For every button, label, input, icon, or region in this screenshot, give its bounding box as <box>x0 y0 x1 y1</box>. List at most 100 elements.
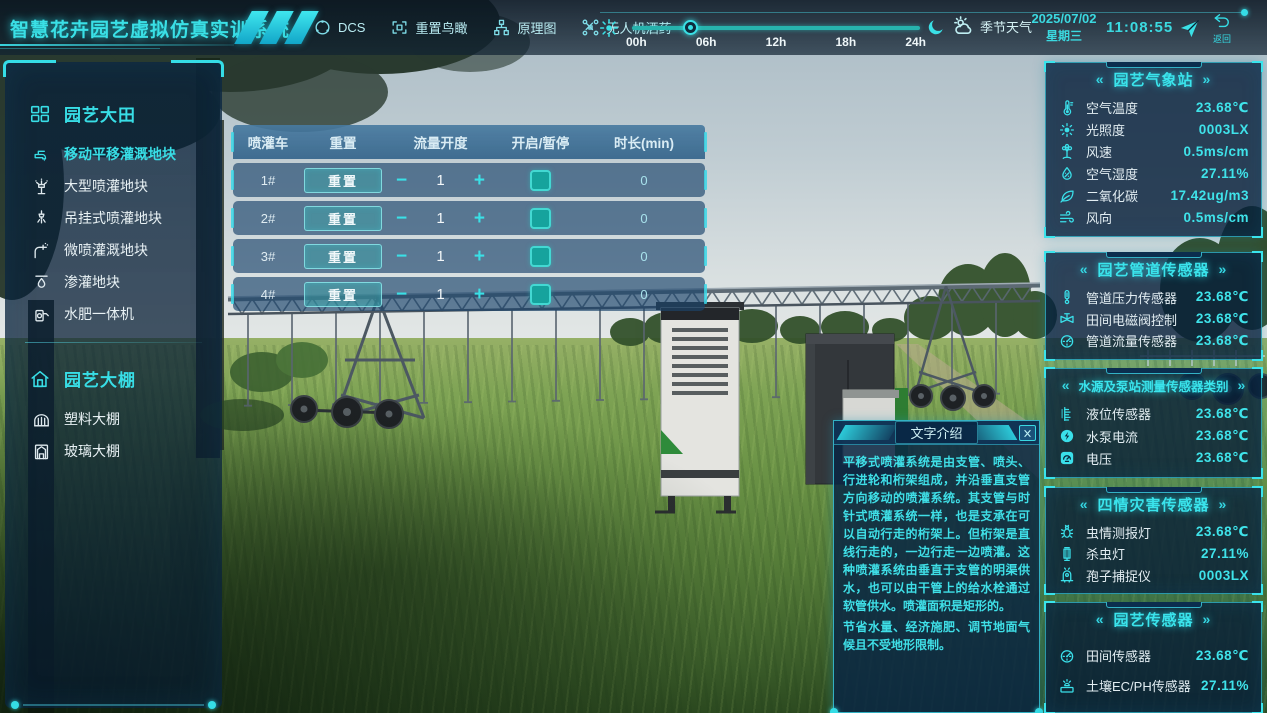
sensor-label: 土壤EC/PH传感器 <box>1086 676 1191 695</box>
text-intro-panel: 文字介绍 平移式喷灌系统是由支管、喷头、行进轮和桁架组成，并沿垂直支管方向移动的… <box>833 420 1040 713</box>
sensor-label: 水泵电流 <box>1086 427 1186 446</box>
plus-icon[interactable]: + <box>474 171 485 190</box>
back-icon <box>1212 11 1232 31</box>
sidebar-item[interactable]: 塑料大棚 <box>5 403 222 435</box>
sidebar-item[interactable]: 玻璃大棚 <box>5 435 222 467</box>
flow-value: 1 <box>436 286 444 303</box>
sidebar-item[interactable]: 吊挂式喷灌地块 <box>5 202 222 234</box>
toolbar-button-重置鸟瞰[interactable]: 重置鸟瞰 <box>390 18 467 37</box>
sidebar-menu: 园艺大田 移动平移灌溉地块 大型喷灌地块 吊挂式喷灌地块 微喷灌溉地块 渗灌地块… <box>5 62 222 708</box>
plus-icon[interactable]: + <box>474 247 485 266</box>
time-tick: 06h <box>696 35 717 49</box>
send-button[interactable] <box>1178 17 1201 45</box>
sprinkler-row: 3# 重置 − 1 + 0 <box>233 239 705 273</box>
sprinkler-id: 2# <box>233 211 303 226</box>
run-toggle-checkbox[interactable] <box>530 284 551 305</box>
sensor-row: 孢子捕捉仪 0003LX <box>1058 566 1249 585</box>
time-slider-track[interactable] <box>632 26 920 30</box>
sensor-value: 23.68℃ <box>1196 406 1249 422</box>
sidebar-item[interactable]: 渗灌地块 <box>5 266 222 298</box>
text-intro-header: 文字介绍 <box>834 421 1039 445</box>
sensor-row: 田间电磁阀控制 23.68℃ <box>1058 310 1249 329</box>
reset-button[interactable]: 重置 <box>304 168 382 193</box>
run-toggle-checkbox[interactable] <box>530 208 551 229</box>
run-toggle-checkbox[interactable] <box>530 170 551 191</box>
panel-next-icon[interactable]: » <box>1219 496 1228 512</box>
time-slider-knob[interactable] <box>683 20 698 35</box>
close-button[interactable] <box>1019 425 1036 441</box>
plus-icon[interactable]: + <box>474 209 485 228</box>
date-value: 2025/07/02 <box>1020 10 1108 28</box>
send-icon <box>1178 17 1201 40</box>
reset-button[interactable]: 重置 <box>304 244 382 269</box>
sensor-row: 电压 23.68℃ <box>1058 449 1249 468</box>
sprinkler-control-panel: 喷灌车重置流量开度开启/暂停时长(min) 1# 重置 − 1 + 0 2# 重… <box>233 125 705 311</box>
sensor-value: 23.68℃ <box>1196 100 1249 116</box>
panel-prev-icon[interactable]: « <box>1080 496 1089 512</box>
panel-prev-icon[interactable]: « <box>1062 377 1070 393</box>
time-tick: 18h <box>835 35 856 49</box>
sensor-label: 田间电磁阀控制 <box>1086 310 1186 329</box>
pest-lamp-icon <box>1058 523 1076 541</box>
glass-greenhouse-icon <box>32 442 51 461</box>
minus-icon[interactable]: − <box>396 285 407 304</box>
clock-display: 11:08:55 <box>1106 19 1173 36</box>
sidebar-section-2[interactable]: 园艺大棚 <box>5 357 222 403</box>
panel-prev-icon[interactable]: « <box>1096 611 1105 627</box>
pipe-pressure-icon <box>1058 288 1076 306</box>
sidebar-item[interactable]: 微喷灌溉地块 <box>5 234 222 266</box>
reset-button[interactable]: 重置 <box>304 206 382 231</box>
panel-next-icon[interactable]: » <box>1203 71 1212 87</box>
column-header: 时长(min) <box>583 132 705 152</box>
time-tick: 12h <box>766 35 787 49</box>
intro-paragraph: 节省水量、经济施肥、调节地面气候且不受地形限制。 <box>843 618 1030 654</box>
sensor-row: 杀虫灯 27.11% <box>1058 544 1249 563</box>
panel-next-icon[interactable]: » <box>1219 261 1228 277</box>
plus-icon[interactable]: + <box>474 285 485 304</box>
flow-value: 1 <box>436 210 444 227</box>
sidebar-section-1[interactable]: 园艺大田 <box>5 92 222 138</box>
reset-view-icon <box>390 18 409 37</box>
sensor-row: 空气温度 23.68℃ <box>1058 98 1249 117</box>
minus-icon[interactable]: − <box>396 247 407 266</box>
time-slider-ticks: 00h06h12h18h24h <box>626 35 926 49</box>
soil-ec-ph-icon <box>1058 677 1076 695</box>
panel-next-icon[interactable]: » <box>1238 377 1246 393</box>
sensor-row: 光照度 0003LX <box>1058 120 1249 139</box>
back-button[interactable]: 返回 <box>1212 11 1232 45</box>
sidebar-item[interactable]: 大型喷灌地块 <box>5 170 222 202</box>
sensor-row: 二氧化碳 17.42ug/m3 <box>1058 186 1249 205</box>
minus-icon[interactable]: − <box>396 209 407 228</box>
toolbar-button-原理图[interactable]: 原理图 <box>492 18 556 37</box>
panel-next-icon[interactable]: » <box>1203 611 1212 627</box>
sidebar-item[interactable]: 移动平移灌溉地块 <box>5 138 222 170</box>
duration-value: 0 <box>583 287 705 302</box>
sensor-value: 23.68℃ <box>1196 428 1249 444</box>
toolbar-button-dcs[interactable]: DCS <box>313 18 365 37</box>
sensor-panel-1: « 园艺气象站 » 空气温度 23.68℃ 光照度 0003LX 风速 0.5m… <box>1045 62 1262 237</box>
run-toggle-checkbox[interactable] <box>530 246 551 267</box>
sensor-row: 风向 0.5ms/cm <box>1058 208 1249 227</box>
pipe-flow-icon <box>1058 332 1076 350</box>
weekday-value: 星期三 <box>1020 28 1108 45</box>
dcs-icon <box>313 18 332 37</box>
schematic-icon <box>492 18 511 37</box>
sun-icon <box>598 17 620 39</box>
voltage-icon <box>1058 449 1076 467</box>
reset-button[interactable]: 重置 <box>304 282 382 307</box>
date-display: 2025/07/02 星期三 <box>1020 10 1108 45</box>
sensor-value: 23.68℃ <box>1196 524 1249 540</box>
column-header: 重置 <box>303 132 383 152</box>
panel-prev-icon[interactable]: « <box>1096 71 1105 87</box>
text-intro-body: 平移式喷灌系统是由支管、喷头、行进轮和桁架组成，并沿垂直支管方向移动的喷灌系统。… <box>834 445 1039 665</box>
time-tick: 00h <box>626 35 647 49</box>
sensor-value: 0.5ms/cm <box>1183 144 1249 159</box>
sensor-label: 管道压力传感器 <box>1086 288 1186 307</box>
sidebar-item[interactable]: 水肥一体机 <box>5 298 222 330</box>
sensor-row: 风速 0.5ms/cm <box>1058 142 1249 161</box>
sensor-row: 管道流量传感器 23.68℃ <box>1058 331 1249 350</box>
panel-prev-icon[interactable]: « <box>1080 261 1089 277</box>
moon-icon <box>926 17 946 37</box>
minus-icon[interactable]: − <box>396 171 407 190</box>
sensor-label: 虫情测报灯 <box>1086 523 1186 542</box>
